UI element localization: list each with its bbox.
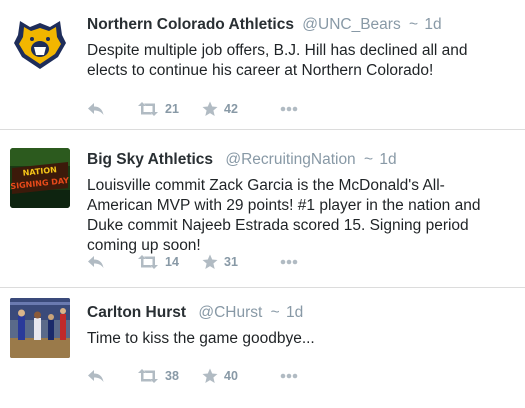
- more-icon: [280, 259, 298, 265]
- tweet-actions: 21 42: [87, 99, 327, 119]
- tweet-text: Time to kiss the game goodbye...: [87, 330, 315, 347]
- reply-icon: [88, 103, 104, 115]
- retweet-button[interactable]: 38: [137, 366, 179, 386]
- more-icon: [280, 106, 298, 112]
- reply-icon: [88, 256, 104, 268]
- nation-logo-icon: NATION SIGNING DAY: [10, 148, 70, 208]
- tweet-actions: 38 40: [87, 366, 327, 386]
- avatar[interactable]: [10, 298, 70, 358]
- star-icon: [202, 368, 218, 383]
- avatar[interactable]: [10, 13, 70, 73]
- like-count: 31: [224, 255, 238, 269]
- tweet-actions: 14 31: [87, 252, 327, 272]
- star-icon: [202, 101, 218, 116]
- like-count: 40: [224, 369, 238, 383]
- retweet-icon: [138, 369, 158, 383]
- more-button[interactable]: [280, 99, 298, 119]
- author-handle[interactable]: @CHurst: [198, 304, 262, 321]
- author-name[interactable]: Northern Colorado Athletics: [87, 16, 294, 33]
- timestamp[interactable]: 1d: [424, 16, 441, 33]
- tweet: Carlton Hurst @CHurst ~ 1d Time to kiss …: [0, 288, 525, 408]
- reply-icon: [88, 370, 104, 382]
- author-name[interactable]: Carlton Hurst: [87, 304, 186, 321]
- retweet-count: 14: [165, 255, 179, 269]
- retweet-count: 38: [165, 369, 179, 383]
- separator: ~: [409, 16, 419, 33]
- author-handle[interactable]: @UNC_Bears: [302, 16, 400, 33]
- tweet-header: Northern Colorado Athletics @UNC_Bears ~…: [87, 16, 442, 34]
- reply-button[interactable]: [87, 252, 105, 272]
- reply-button[interactable]: [87, 99, 105, 119]
- tweet-header: Big Sky Athletics @RecruitingNation ~ 1d: [87, 151, 397, 169]
- tweet: NATION SIGNING DAY Big Sky Athletics @Re…: [0, 130, 525, 288]
- more-icon: [280, 373, 298, 379]
- retweet-button[interactable]: 21: [137, 99, 179, 119]
- tweet: Northern Colorado Athletics @UNC_Bears ~…: [0, 0, 525, 130]
- like-count: 42: [224, 102, 238, 116]
- more-button[interactable]: [280, 252, 298, 272]
- tweet-header: Carlton Hurst @CHurst ~ 1d: [87, 304, 303, 322]
- bear-logo-icon: [10, 13, 70, 73]
- retweet-icon: [138, 102, 158, 116]
- retweet-count: 21: [165, 102, 179, 116]
- like-button[interactable]: 31: [202, 252, 238, 272]
- separator: ~: [364, 151, 374, 168]
- retweet-icon: [138, 255, 158, 269]
- separator: ~: [270, 304, 280, 321]
- timestamp[interactable]: 1d: [286, 304, 303, 321]
- reply-button[interactable]: [87, 366, 105, 386]
- timestamp[interactable]: 1d: [379, 151, 396, 168]
- author-handle[interactable]: @RecruitingNation: [225, 151, 355, 168]
- basketball-photo-icon: [10, 298, 70, 358]
- like-button[interactable]: 42: [202, 99, 238, 119]
- retweet-button[interactable]: 14: [137, 252, 179, 272]
- tweet-text: Despite multiple job offers, B.J. Hill h…: [87, 42, 468, 79]
- avatar[interactable]: NATION SIGNING DAY: [10, 148, 70, 208]
- author-name[interactable]: Big Sky Athletics: [87, 151, 213, 168]
- like-button[interactable]: 40: [202, 366, 238, 386]
- more-button[interactable]: [280, 366, 298, 386]
- tweet-text: Louisville commit Zack Garcia is the McD…: [87, 177, 481, 254]
- star-icon: [202, 254, 218, 269]
